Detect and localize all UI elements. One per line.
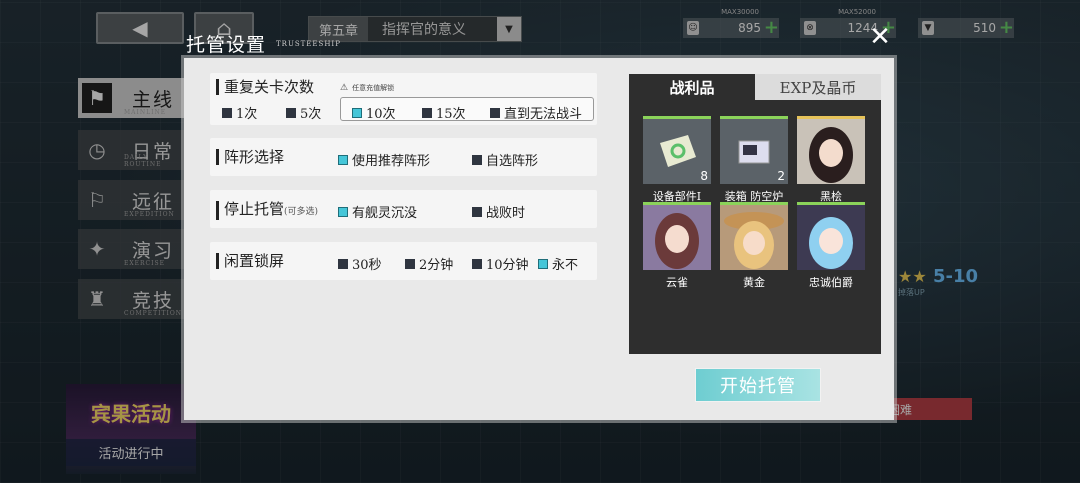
stop-option-defeat[interactable]: 战败时 (472, 202, 525, 221)
formation-option-custom[interactable]: 自选阵形 (472, 150, 538, 169)
dialog-title: 托管设置 (186, 34, 267, 56)
unlock-warning: ⚠ 任意充值解锁 (340, 83, 394, 93)
reward-item[interactable] (720, 202, 788, 270)
tab-loot[interactable]: 战利品 (629, 74, 755, 100)
idle-option-30s[interactable]: 30秒 (338, 254, 382, 273)
stop-condition-row: 停止托管(可多选) 有舰灵沉没 战败时 (210, 190, 597, 228)
checkbox (422, 107, 432, 118)
stop-label-text: 停止托管 (224, 200, 285, 218)
option-label: 5次 (300, 107, 322, 122)
close-icon[interactable]: ✕ (868, 24, 892, 50)
option-label: 有舰灵沉没 (352, 206, 418, 221)
reward-count: 8 (700, 169, 708, 183)
option-label: 自选阵形 (486, 154, 539, 169)
checkbox (222, 107, 232, 118)
repeat-option-15[interactable]: 15次 (422, 103, 466, 122)
option-label: 10分钟 (486, 258, 529, 273)
option-label: 1次 (236, 107, 258, 122)
checkbox (538, 258, 548, 269)
checkbox (472, 154, 482, 165)
idle-option-2min[interactable]: 2分钟 (405, 254, 453, 273)
unlock-warning-text: 任意充值解锁 (352, 84, 395, 92)
option-label: 直到无法战斗 (504, 107, 583, 122)
checkbox (338, 258, 348, 269)
ship-girl-portrait-icon (643, 205, 711, 270)
checkbox (472, 258, 482, 269)
reward-item[interactable] (643, 202, 711, 270)
checkbox (472, 206, 482, 217)
checkbox (490, 107, 500, 118)
option-label: 使用推荐阵形 (352, 154, 431, 169)
reward-name: 忠诚伯爵 (809, 276, 853, 289)
formation-option-recommended[interactable]: 使用推荐阵形 (338, 150, 430, 169)
reward-name: 装箱 防空炉 (724, 190, 784, 203)
formation-label: 阵形选择 (216, 149, 284, 165)
checkbox (405, 258, 415, 269)
equipment-box-icon (738, 140, 770, 163)
idle-option-never[interactable]: 永不 (538, 254, 578, 273)
reward-item[interactable] (797, 116, 865, 184)
formation-row: 阵形选择 使用推荐阵形 自选阵形 (210, 138, 597, 176)
reward-name: 云雀 (666, 276, 688, 289)
stop-condition-label: 停止托管(可多选) (216, 201, 318, 220)
ship-girl-portrait-icon (797, 119, 865, 184)
reward-item[interactable]: 2 (720, 116, 788, 184)
dialog-subtitle: TRUSTEESHIP (276, 40, 341, 48)
ship-girl-portrait-icon (797, 205, 865, 270)
reward-name: 黑桧 (820, 190, 842, 203)
repeat-count-label: 重复关卡次数 (216, 79, 314, 95)
option-label: 10次 (366, 107, 396, 122)
repeat-option-1[interactable]: 1次 (222, 103, 257, 122)
ship-girl-portrait-icon (720, 205, 788, 270)
reward-name: 黄金 (743, 276, 765, 289)
repeat-count-row: 重复关卡次数 ⚠ 任意充值解锁 1次 5次 10次 15次 直到无法战斗 (210, 73, 597, 125)
option-label: 永不 (552, 258, 579, 273)
repeat-option-until-defeat[interactable]: 直到无法战斗 (490, 103, 582, 122)
checkbox (286, 107, 296, 118)
repeat-option-5[interactable]: 5次 (286, 103, 321, 122)
reward-item[interactable]: 8 (643, 116, 711, 184)
start-trusteeship-button[interactable]: 开始托管 (696, 369, 820, 401)
reward-count: 2 (777, 169, 785, 183)
idle-lock-row: 闲置锁屏 30秒 2分钟 10分钟 永不 (210, 242, 597, 280)
checkbox (352, 107, 362, 118)
reward-name: 设备部件I (652, 190, 702, 203)
rewards-panel: 战利品 EXP及晶币 8 2 设备部件I 装箱 防空炉 黑桧 云雀 黄金 忠诚伯… (629, 74, 881, 354)
reward-item[interactable] (797, 202, 865, 270)
option-label: 战败时 (486, 206, 526, 221)
repeat-option-10[interactable]: 10次 (352, 103, 396, 122)
warning-icon: ⚠ (340, 83, 349, 93)
stop-option-ship-sunk[interactable]: 有舰灵沉没 (338, 202, 417, 221)
option-label: 2分钟 (419, 258, 454, 273)
stop-label-note: (可多选) (284, 207, 319, 217)
idle-lock-label: 闲置锁屏 (216, 253, 284, 269)
option-label: 15次 (436, 107, 466, 122)
tab-exp-coins[interactable]: EXP及晶币 (755, 74, 881, 100)
equipment-part-icon (660, 134, 696, 167)
option-label: 30秒 (352, 258, 382, 273)
idle-option-10min[interactable]: 10分钟 (472, 254, 529, 273)
checkbox (338, 206, 348, 217)
checkbox (338, 154, 348, 165)
